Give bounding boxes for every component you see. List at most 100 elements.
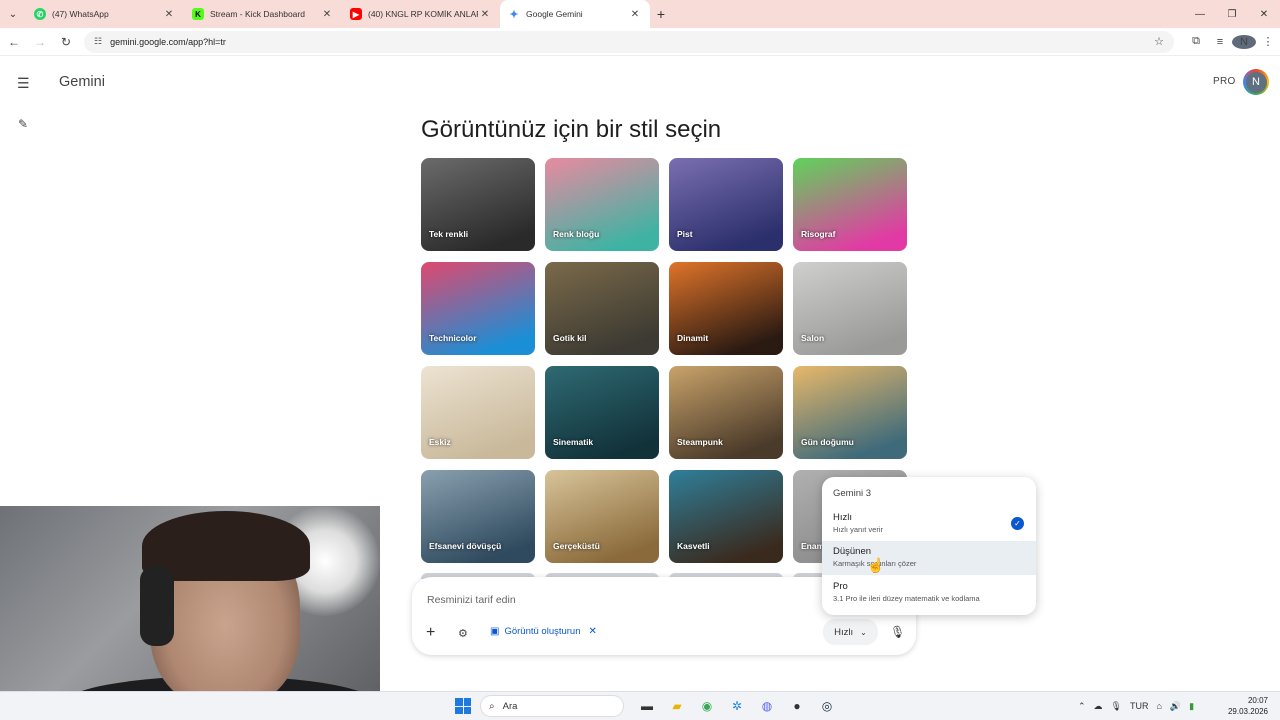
style-card[interactable]: Tek renkli — [421, 158, 535, 251]
style-card[interactable]: Dinamit — [669, 262, 783, 355]
option-title: Pro — [833, 581, 848, 592]
style-card[interactable]: Gotik kil — [545, 262, 659, 355]
style-card[interactable]: Gerçeküstü — [545, 470, 659, 563]
remove-chip-icon[interactable]: ✕ — [589, 626, 597, 637]
style-card[interactable]: Salon — [793, 262, 907, 355]
model-mode-selector[interactable]: Hızlı ⌄ — [823, 619, 878, 645]
checkmark-icon: ✓ — [1011, 517, 1024, 530]
style-card-label: Steampunk — [677, 437, 723, 447]
model-option-pro[interactable]: Pro 3.1 Pro ile ileri düzey matematik ve… — [822, 576, 1036, 610]
new-chat-icon[interactable]: ✎ — [18, 117, 28, 131]
tab-title: Google Gemini — [526, 9, 583, 19]
site-info-icon[interactable]: ☷ — [94, 36, 102, 47]
windows-start-icon[interactable] — [455, 698, 471, 714]
obs-icon[interactable]: ● — [782, 696, 812, 716]
file-explorer-icon[interactable]: ▰ — [662, 696, 692, 716]
style-card-label: Gerçeküstü — [553, 541, 600, 551]
close-tab-icon[interactable]: ✕ — [628, 9, 642, 20]
network-icon[interactable]: ⌂ — [1156, 701, 1161, 711]
style-card-label: Eskiz — [429, 437, 451, 447]
media-control-icon[interactable]: ≡ — [1208, 36, 1232, 48]
whatsapp-icon: ✆ — [34, 8, 46, 20]
user-avatar[interactable]: N — [1243, 69, 1269, 95]
search-icon: ⌕ — [489, 700, 495, 712]
style-card[interactable]: Kasvetli — [669, 470, 783, 563]
style-card[interactable]: Pist — [669, 158, 783, 251]
browser-tab-strip: ⌄ ✆ (47) WhatsApp ✕ K Stream - Kick Dash… — [0, 0, 1280, 28]
close-window-icon[interactable]: ✕ — [1248, 0, 1280, 28]
tab-title: (40) KNGL RP KOMİK ANLAR # — [368, 9, 478, 19]
style-card-label: Gotik kil — [553, 333, 587, 343]
mode-label: Hızlı — [834, 626, 854, 638]
steam-icon[interactable]: ◎ — [812, 696, 842, 716]
style-card[interactable]: Steampunk — [669, 366, 783, 459]
task-view-icon[interactable]: ▬ — [632, 696, 662, 716]
bookmark-star-icon[interactable]: ☆ — [1154, 35, 1164, 48]
style-card-label: Sinematik — [553, 437, 594, 447]
volume-icon[interactable]: 🔊 — [1170, 701, 1181, 712]
back-icon[interactable]: ← — [2, 30, 26, 54]
tab-gemini[interactable]: ✦ Google Gemini ✕ — [500, 0, 650, 28]
profile-avatar[interactable]: N — [1232, 34, 1256, 49]
language-indicator[interactable]: TUR — [1130, 701, 1149, 711]
style-card[interactable]: Risograf — [793, 158, 907, 251]
menu-icon[interactable]: ☰ — [17, 75, 30, 92]
address-bar[interactable]: ☷ gemini.google.com/app?hl=tr ☆ — [84, 30, 1174, 53]
tab-youtube[interactable]: ▶ (40) KNGL RP KOMİK ANLAR # ✕ — [342, 0, 500, 28]
tab-search-chevron-icon[interactable]: ⌄ — [0, 0, 26, 28]
tools-icon[interactable]: ⚙ — [458, 627, 468, 640]
style-card[interactable]: Gün doğumu — [793, 366, 907, 459]
system-clock[interactable]: 20:07 29.03.2026 — [1228, 695, 1268, 717]
minimize-icon[interactable]: — — [1184, 0, 1216, 28]
url-text: gemini.google.com/app?hl=tr — [110, 36, 226, 47]
network-app-icon[interactable]: ✲ — [722, 696, 752, 716]
style-card-label: Renk bloğu — [553, 229, 600, 239]
profile-initial: N — [1232, 34, 1256, 49]
model-option-fast[interactable]: Hızlı Hızlı yanıt verir ✓ — [822, 507, 1036, 541]
add-attachment-icon[interactable]: + — [426, 624, 435, 642]
tray-chevron-icon[interactable]: ⌃ — [1078, 701, 1086, 712]
restore-icon[interactable]: ❐ — [1216, 0, 1248, 28]
battery-icon[interactable]: ▮ — [1189, 701, 1194, 712]
style-card[interactable]: Efsanevi dövüşçü — [421, 470, 535, 563]
image-icon: ▣ — [490, 626, 500, 637]
option-title: Hızlı — [833, 512, 852, 523]
kick-icon: K — [192, 8, 204, 20]
style-card[interactable]: Sinematik — [545, 366, 659, 459]
image-generation-chip[interactable]: ▣ Görüntü oluşturun ✕ — [490, 626, 597, 637]
toolbar-actions: ⧉ ≡ N ⋮ — [1184, 34, 1280, 49]
style-card-label: Technicolor — [429, 333, 477, 343]
chrome-icon[interactable]: ◉ — [692, 696, 722, 716]
close-tab-icon[interactable]: ✕ — [320, 9, 334, 20]
new-tab-button[interactable]: + — [650, 6, 672, 22]
style-card[interactable]: Eskiz — [421, 366, 535, 459]
windows-taskbar: ⌕ Ara ▬ ▰ ◉ ✲ ◍ ● ◎ ⌃ ☁ 🎙 TUR ⌂ 🔊 ▮ 20:0… — [0, 691, 1280, 720]
close-tab-icon[interactable]: ✕ — [162, 9, 176, 20]
microphone-icon[interactable]: 🎙 — [890, 625, 905, 639]
reload-icon[interactable]: ↻ — [54, 30, 78, 54]
style-card-label: Risograf — [801, 229, 836, 239]
mic-tray-icon[interactable]: 🎙 — [1111, 701, 1122, 712]
tab-whatsapp[interactable]: ✆ (47) WhatsApp ✕ — [26, 0, 184, 28]
taskbar-search[interactable]: ⌕ Ara — [480, 695, 624, 717]
style-card[interactable]: Technicolor — [421, 262, 535, 355]
browser-menu-icon[interactable]: ⋮ — [1256, 35, 1280, 48]
style-card-label: Kasvetli — [677, 541, 710, 551]
extensions-icon[interactable]: ⧉ — [1184, 35, 1208, 48]
taskbar-search-label: Ara — [502, 700, 518, 712]
style-card-label: Dinamit — [677, 333, 709, 343]
style-card-label: Tek renkli — [429, 229, 469, 239]
discord-icon[interactable]: ◍ — [752, 696, 782, 716]
option-subtitle: 3.1 Pro ile ileri düzey matematik ve kod… — [833, 594, 980, 603]
model-option-thinking[interactable]: Düşünen Karmaşık sorunları çözer — [822, 541, 1036, 575]
tab-title: (47) WhatsApp — [52, 9, 109, 19]
style-card[interactable]: Renk bloğu — [545, 158, 659, 251]
style-card-label: Enam — [801, 541, 825, 551]
prompt-input[interactable]: Resminizi tarif edin — [427, 594, 516, 606]
close-tab-icon[interactable]: ✕ — [478, 9, 492, 20]
tray-app-icon[interactable]: ☁ — [1094, 701, 1103, 712]
tab-kick[interactable]: K Stream - Kick Dashboard ✕ — [184, 0, 342, 28]
forward-icon[interactable]: → — [28, 30, 52, 54]
webcam-overlay — [0, 506, 380, 720]
style-card-label: Salon — [801, 333, 825, 343]
